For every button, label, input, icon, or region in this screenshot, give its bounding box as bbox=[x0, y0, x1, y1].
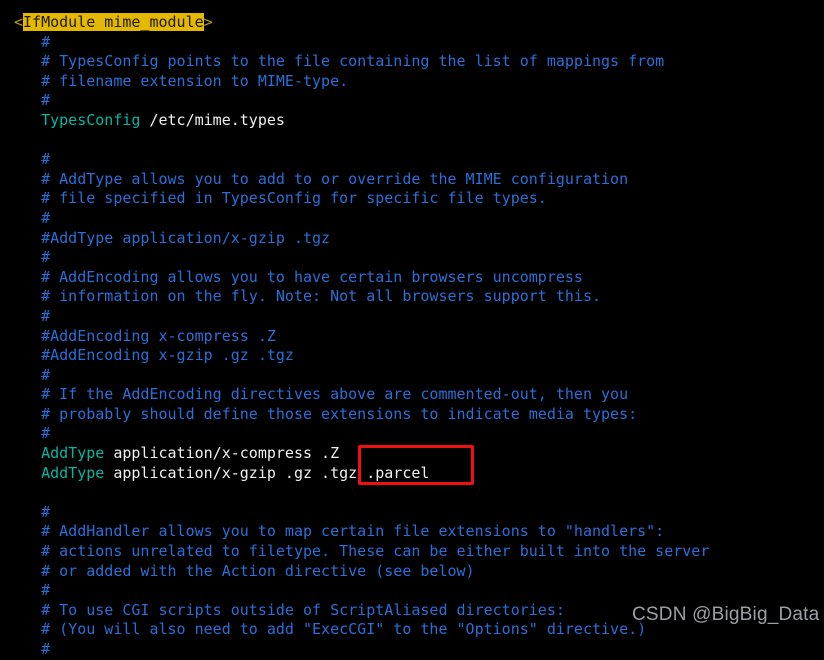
code-line[interactable]: # bbox=[14, 307, 709, 327]
code-token-comment: # bbox=[41, 581, 51, 600]
code-token-comment: # bbox=[41, 640, 51, 658]
code-token-comment: # AddEncoding allows you to have certain… bbox=[41, 267, 583, 286]
code-line[interactable]: # bbox=[14, 33, 709, 53]
code-line[interactable]: # bbox=[14, 366, 709, 386]
code-token-comment: # probably should define those extension… bbox=[41, 404, 638, 423]
code-token-comment: # bbox=[41, 306, 51, 325]
code-token-value: application/x-compress .Z bbox=[104, 444, 340, 463]
code-token-comment: # bbox=[41, 91, 51, 110]
code-line[interactable]: TypesConfig /etc/mime.types bbox=[14, 111, 709, 131]
code-token-directive: TypesConfig bbox=[41, 110, 141, 129]
code-token-comment: # bbox=[41, 150, 51, 169]
code-line[interactable]: # or added with the Action directive (se… bbox=[14, 562, 709, 582]
code-token-comment: # bbox=[41, 32, 51, 51]
code-token-comment: # bbox=[41, 208, 51, 227]
code-token-comment: #AddEncoding x-compress .Z bbox=[41, 326, 276, 345]
code-line[interactable]: # information on the fly. Note: Not all … bbox=[14, 287, 709, 307]
code-line[interactable]: # AddType allows you to add to or overri… bbox=[14, 170, 709, 190]
code-line[interactable]: # bbox=[14, 150, 709, 170]
code-line[interactable]: # If the AddEncoding directives above ar… bbox=[14, 385, 709, 405]
code-token-comment: # bbox=[41, 248, 51, 267]
code-line[interactable]: #AddEncoding x-compress .Z bbox=[14, 327, 709, 347]
code-line[interactable]: # bbox=[14, 640, 709, 660]
code-line[interactable]: # filename extension to MIME-type. bbox=[14, 72, 709, 92]
code-token-comment: # TypesConfig points to the file contain… bbox=[41, 52, 665, 71]
code-line[interactable]: # bbox=[14, 503, 709, 523]
code-line[interactable]: # bbox=[14, 209, 709, 229]
code-line[interactable]: AddType application/x-gzip .gz .tgz .par… bbox=[14, 464, 709, 484]
code-token-comment: # bbox=[41, 365, 51, 384]
code-token-comment: # or added with the Action directive (se… bbox=[41, 561, 475, 580]
code-token-comment: # bbox=[41, 424, 51, 443]
code-line[interactable]: # AddEncoding allows you to have certain… bbox=[14, 268, 709, 288]
code-token-comment: #AddType application/x-gzip .tgz bbox=[41, 228, 331, 247]
code-token-comment: # filename extension to MIME-type. bbox=[41, 71, 349, 90]
code-token-tagmatch: IfModule mime_module bbox=[23, 13, 204, 31]
code-token-comment: # AddHandler allows you to map certain f… bbox=[41, 522, 665, 541]
code-line[interactable]: # (You will also need to add "ExecCGI" t… bbox=[14, 620, 709, 640]
watermark-text: CSDN @BigBig_Data bbox=[632, 604, 820, 625]
code-line[interactable]: # actions unrelated to filetype. These c… bbox=[14, 542, 709, 562]
code-line[interactable]: <IfModule mime_module> bbox=[14, 13, 709, 33]
code-token-bracket: < bbox=[14, 13, 24, 31]
code-line[interactable] bbox=[14, 131, 709, 151]
code-token-directive: AddType bbox=[41, 444, 105, 463]
code-text-area[interactable]: <IfModule mime_module> # # TypesConfig p… bbox=[14, 13, 709, 660]
code-line[interactable]: # bbox=[14, 248, 709, 268]
code-token-comment: # actions unrelated to filetype. These c… bbox=[41, 542, 710, 561]
code-token-comment: #AddEncoding x-gzip .gz .tgz bbox=[41, 346, 294, 365]
code-line[interactable]: # AddHandler allows you to map certain f… bbox=[14, 522, 709, 542]
code-token-value: application/x-gzip .gz .tgz .parcel bbox=[104, 463, 430, 482]
code-line[interactable]: # bbox=[14, 581, 709, 601]
code-token-comment: # bbox=[41, 502, 51, 521]
code-token-comment: # AddType allows you to add to or overri… bbox=[41, 169, 629, 188]
code-line[interactable]: # TypesConfig points to the file contain… bbox=[14, 52, 709, 72]
code-token-comment: # information on the fly. Note: Not all … bbox=[41, 287, 602, 306]
code-editor[interactable]: <IfModule mime_module> # # TypesConfig p… bbox=[0, 0, 824, 658]
code-line[interactable]: #AddEncoding x-gzip .gz .tgz bbox=[14, 346, 709, 366]
code-token-comment: # (You will also need to add "ExecCGI" t… bbox=[41, 620, 647, 639]
code-line[interactable]: AddType application/x-compress .Z bbox=[14, 444, 709, 464]
code-line[interactable]: #AddType application/x-gzip .tgz bbox=[14, 229, 709, 249]
code-token-comment: # If the AddEncoding directives above ar… bbox=[41, 385, 629, 404]
code-token-comment: # file specified in TypesConfig for spec… bbox=[41, 189, 547, 208]
code-line[interactable] bbox=[14, 483, 709, 503]
code-token-bracket: > bbox=[203, 13, 213, 31]
code-line[interactable]: # To use CGI scripts outside of ScriptAl… bbox=[14, 601, 709, 621]
code-token-directive: AddType bbox=[41, 463, 105, 482]
code-line[interactable]: # file specified in TypesConfig for spec… bbox=[14, 189, 709, 209]
code-token-value: /etc/mime.types bbox=[140, 110, 285, 129]
code-token-comment: # To use CGI scripts outside of ScriptAl… bbox=[41, 600, 565, 619]
code-line[interactable]: # bbox=[14, 91, 709, 111]
code-line[interactable]: # bbox=[14, 424, 709, 444]
code-line[interactable]: # probably should define those extension… bbox=[14, 405, 709, 425]
